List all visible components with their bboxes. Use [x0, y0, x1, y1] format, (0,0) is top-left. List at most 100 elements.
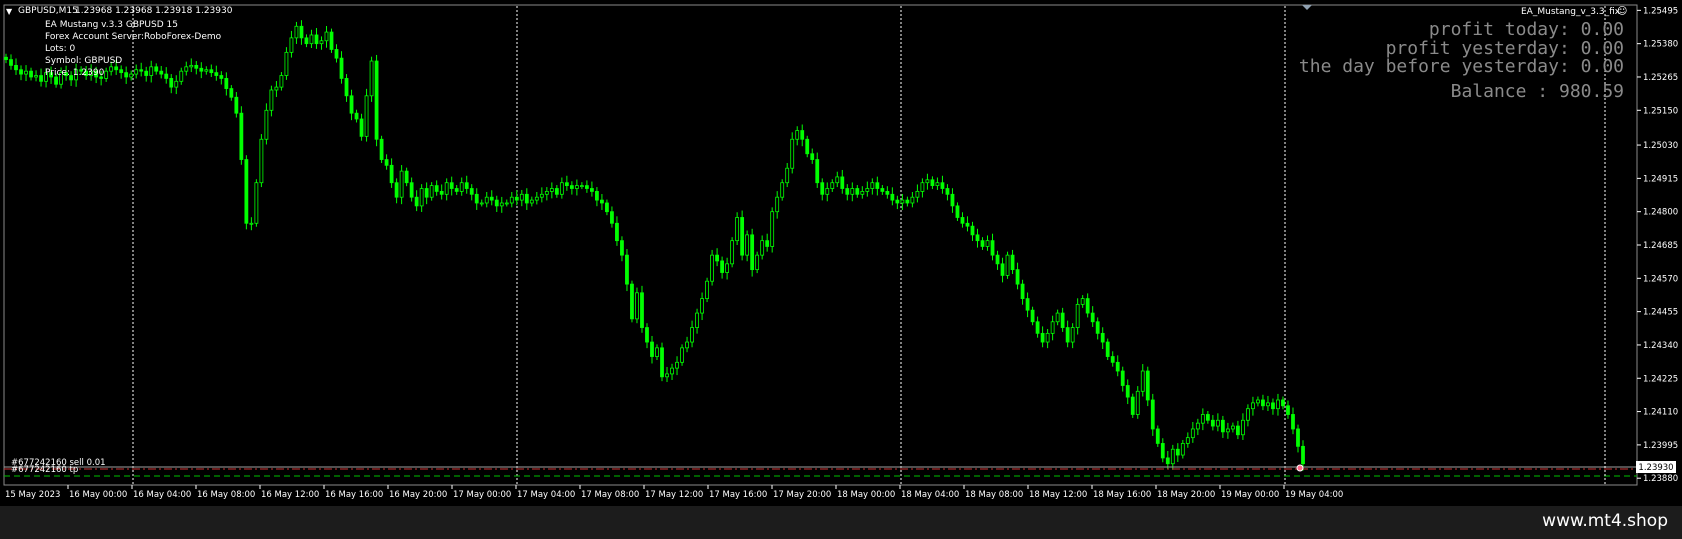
candle-body: [830, 182, 835, 189]
candle-body: [1125, 385, 1130, 398]
candle-body: [374, 60, 379, 140]
candle-body: [1005, 254, 1010, 276]
candle-body: [820, 182, 825, 195]
candle-body: [685, 341, 689, 349]
candle-body: [775, 196, 780, 213]
price-tick-label: 1.25150: [1643, 106, 1678, 116]
candle-body: [935, 182, 940, 187]
candle-body: [364, 95, 369, 137]
candle-body: [860, 191, 865, 195]
price-tick-label: 1.25380: [1643, 40, 1678, 50]
candle-body: [4, 56, 8, 60]
candle-body: [715, 254, 719, 262]
candle-body: [930, 179, 935, 187]
candle-body: [680, 347, 684, 363]
candle-body: [534, 196, 539, 201]
candle-body: [214, 72, 219, 76]
candle-body: [740, 217, 745, 256]
candle-body: [484, 196, 489, 204]
candle-body: [965, 222, 970, 227]
candle-body: [735, 217, 740, 242]
candle-body: [284, 51, 289, 76]
candle-body: [1230, 425, 1235, 430]
candle-body: [114, 66, 119, 71]
candle-body: [605, 202, 609, 213]
candle-body: [34, 75, 38, 78]
candle-body: [1120, 370, 1125, 386]
candle-body: [1241, 419, 1245, 436]
time-tick-label: 19 May 00:00: [1221, 490, 1279, 500]
candle-body: [1090, 312, 1095, 323]
candle-body: [1140, 370, 1145, 392]
candle-body: [459, 182, 464, 192]
candle-body: [975, 234, 980, 242]
candle-body: [499, 202, 504, 207]
candle-body: [369, 60, 374, 97]
candle-body: [389, 164, 394, 184]
price-tick-label: 1.24225: [1643, 374, 1678, 384]
candle-body: [1215, 419, 1220, 427]
candle-body: [770, 211, 775, 247]
balance: Balance : 980.59: [1450, 81, 1624, 102]
candle-body: [1286, 405, 1290, 415]
candle-body: [289, 37, 294, 53]
candle-body: [524, 193, 529, 204]
candle-body: [1180, 443, 1185, 456]
candle-body: [855, 188, 860, 195]
profit-day-before: the day before yesterday: 0.00: [1298, 56, 1624, 77]
trade-arrow-icon: [1296, 464, 1304, 472]
ea-info-line-1: EA Mustang v.3.3 GBPUSD 15: [45, 20, 178, 30]
expert-name[interactable]: EA_Mustang_v_3.3_fix: [1521, 7, 1620, 18]
candle-body: [885, 191, 890, 195]
candle-body: [810, 153, 815, 160]
candle-body: [1060, 312, 1065, 328]
candle-body: [940, 182, 945, 189]
ea-info-line-2: Forex Account Server:RoboForex-Demo: [45, 32, 222, 42]
candle-body: [850, 188, 855, 195]
candle-body: [1246, 408, 1250, 421]
ea-info-line-4: Symbol: GBPUSD: [45, 56, 123, 66]
candle-body: [9, 59, 13, 66]
candle-body: [219, 75, 224, 79]
candle-body: [424, 188, 429, 198]
candle-body: [379, 138, 384, 160]
candle-body: [590, 188, 594, 192]
candle-body: [574, 185, 579, 189]
time-tick-label: 17 May 08:00: [581, 490, 639, 500]
candle-body: [399, 170, 404, 198]
candle-body: [1065, 327, 1070, 343]
symbol-menu-icon[interactable]: ▼: [6, 6, 12, 17]
candle-body: [805, 138, 810, 155]
price-axis[interactable]: 1.25495 1.25380 1.25265 1.25150 1.25030 1.249…: [1637, 6, 1678, 484]
candle-body: [985, 240, 990, 247]
candle-body: [595, 191, 599, 201]
candle-body: [1301, 445, 1305, 465]
candle-body: [890, 193, 895, 201]
candle-body: [1276, 399, 1280, 410]
candle-body: [259, 138, 264, 184]
candle-body: [509, 196, 514, 204]
candle-body: [119, 69, 124, 74]
candle-body: [950, 193, 955, 207]
candle-body: [625, 254, 629, 285]
expert-smiley-icon[interactable]: ☺: [1617, 6, 1627, 17]
candle-body: [970, 225, 975, 236]
candle-body: [995, 254, 1000, 265]
price-tick-label: 1.25030: [1643, 141, 1678, 151]
candle-body: [840, 176, 845, 189]
chart-window[interactable]: 1.25495 1.25380 1.25265 1.25150 1.25030 1.249…: [0, 0, 1682, 506]
candle-body: [394, 182, 399, 198]
candle-body: [104, 70, 109, 79]
candle-body: [1175, 448, 1180, 456]
candle-body: [469, 188, 474, 195]
candle-body: [1225, 428, 1230, 433]
candle-body: [584, 185, 589, 189]
candle-body: [1200, 414, 1205, 424]
candle-body: [760, 240, 765, 256]
candle-body: [189, 64, 194, 68]
candle-body: [895, 199, 900, 204]
candle-body: [504, 202, 509, 205]
candle-body: [139, 69, 144, 72]
candle-body: [1296, 428, 1300, 447]
time-tick-label: 16 May 12:00: [261, 490, 319, 500]
